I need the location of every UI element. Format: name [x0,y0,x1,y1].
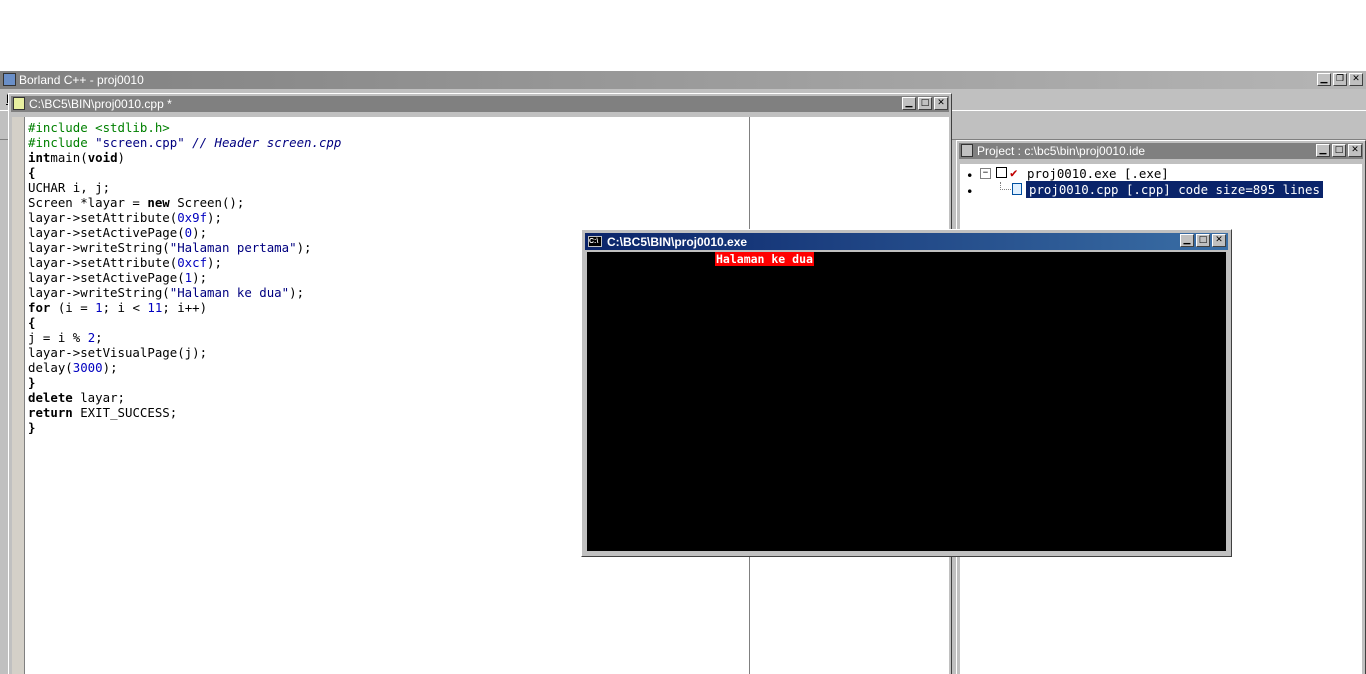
code-line[interactable]: layar->setAttribute(0x9f); [28,210,341,225]
code-line[interactable]: layar->writeString("Halaman ke dua"); [28,285,341,300]
console-minimize-button[interactable]: ▁ [1180,234,1194,247]
tree-connector [1000,182,1011,190]
project-icon [961,144,973,157]
minimize-button[interactable]: ▁ [1317,73,1331,86]
editor-gutter[interactable] [12,117,25,674]
code-line[interactable]: layar->setAttribute(0xcf); [28,255,341,270]
tree-node-exe[interactable]: • − ✔ proj0010.exe [.exe] [960,165,1360,183]
project-window-controls: ▁ □ ✕ [1316,144,1362,157]
console-output-area[interactable]: Halaman ke dua [587,252,1226,551]
code-line[interactable]: intmain(void) [28,150,341,165]
console-titlebar[interactable]: C:\ C:\BC5\BIN\proj0010.exe ▁ □ ✕ [585,233,1228,250]
app-title: Borland C++ - proj0010 [19,73,144,87]
project-minimize-button[interactable]: ▁ [1316,144,1330,157]
console-maximize-button[interactable]: □ [1196,234,1210,247]
code-line[interactable]: Screen *layar = new Screen(); [28,195,341,210]
node-checkbox-icon[interactable] [996,167,1007,178]
editor-title: C:\BC5\BIN\proj0010.cpp * [29,97,172,111]
console-output-text: Halaman ke dua [715,252,814,266]
project-maximize-button[interactable]: □ [1332,144,1346,157]
editor-close-button[interactable]: ✕ [934,97,948,110]
editor-minimize-button[interactable]: ▁ [902,97,916,110]
editor-window-controls: ▁ □ ✕ [902,97,948,110]
project-title: Project : c:\bc5\bin\proj0010.ide [977,144,1146,158]
console-title: C:\BC5\BIN\proj0010.exe [607,235,748,249]
code-line[interactable]: layar->setActivePage(0); [28,225,341,240]
code-line[interactable]: #include <stdlib.h> [28,120,341,135]
app-titlebar[interactable]: Borland C++ - proj0010 ▁ ❐ ✕ [0,71,1366,89]
editor-titlebar[interactable]: C:\BC5\BIN\proj0010.cpp * ▁ □ ✕ [11,96,949,112]
code-line[interactable]: return EXIT_SUCCESS; [28,405,341,420]
project-titlebar[interactable]: Project : c:\bc5\bin\proj0010.ide ▁ □ ✕ [959,143,1363,159]
app-window-controls: ▁ ❐ ✕ [1317,73,1363,86]
code-line[interactable]: for (i = 1; i < 11; i++) [28,300,341,315]
code-line[interactable]: #include "screen.cpp" // Header screen.c… [28,135,341,150]
code-line[interactable]: delete layar; [28,390,341,405]
console-window-controls: ▁ □ ✕ [1180,234,1226,247]
code-line[interactable]: layar->writeString("Halaman pertama"); [28,240,341,255]
close-button[interactable]: ✕ [1349,73,1363,86]
cpp-file-icon [1012,183,1022,195]
code-line[interactable]: layar->setVisualPage(j); [28,345,341,360]
tree-bullet: • [966,184,974,199]
collapse-icon[interactable]: − [980,168,991,179]
code-line[interactable]: { [28,165,341,180]
code-line[interactable]: { [28,315,341,330]
node-exe-label: proj0010.exe [.exe] [1027,166,1169,181]
console-close-button[interactable]: ✕ [1212,234,1226,247]
code-line[interactable]: j = i % 2; [28,330,341,345]
code-line[interactable]: } [28,420,341,435]
tree-bullet: • [966,168,974,183]
code-line[interactable]: layar->setActivePage(1); [28,270,341,285]
check-mark-icon: ✔ [1010,165,1018,180]
borland-app-icon [3,73,16,86]
code-line[interactable]: delay(3000); [28,360,341,375]
code-line[interactable]: UCHAR i, j; [28,180,341,195]
restore-button[interactable]: ❐ [1333,73,1347,86]
console-window: C:\ C:\BC5\BIN\proj0010.exe ▁ □ ✕ Halama… [581,229,1232,557]
node-cpp-label: proj0010.cpp [.cpp] code size=895 lines [1026,181,1323,198]
source-code[interactable]: #include <stdlib.h> #include "screen.cpp"… [28,120,341,435]
console-icon: C:\ [588,236,602,247]
document-icon [13,97,25,110]
code-line[interactable]: } [28,375,341,390]
editor-maximize-button[interactable]: □ [918,97,932,110]
tree-node-cpp[interactable]: • proj0010.cpp [.cpp] code size=895 line… [960,181,1360,199]
project-close-button[interactable]: ✕ [1348,144,1362,157]
